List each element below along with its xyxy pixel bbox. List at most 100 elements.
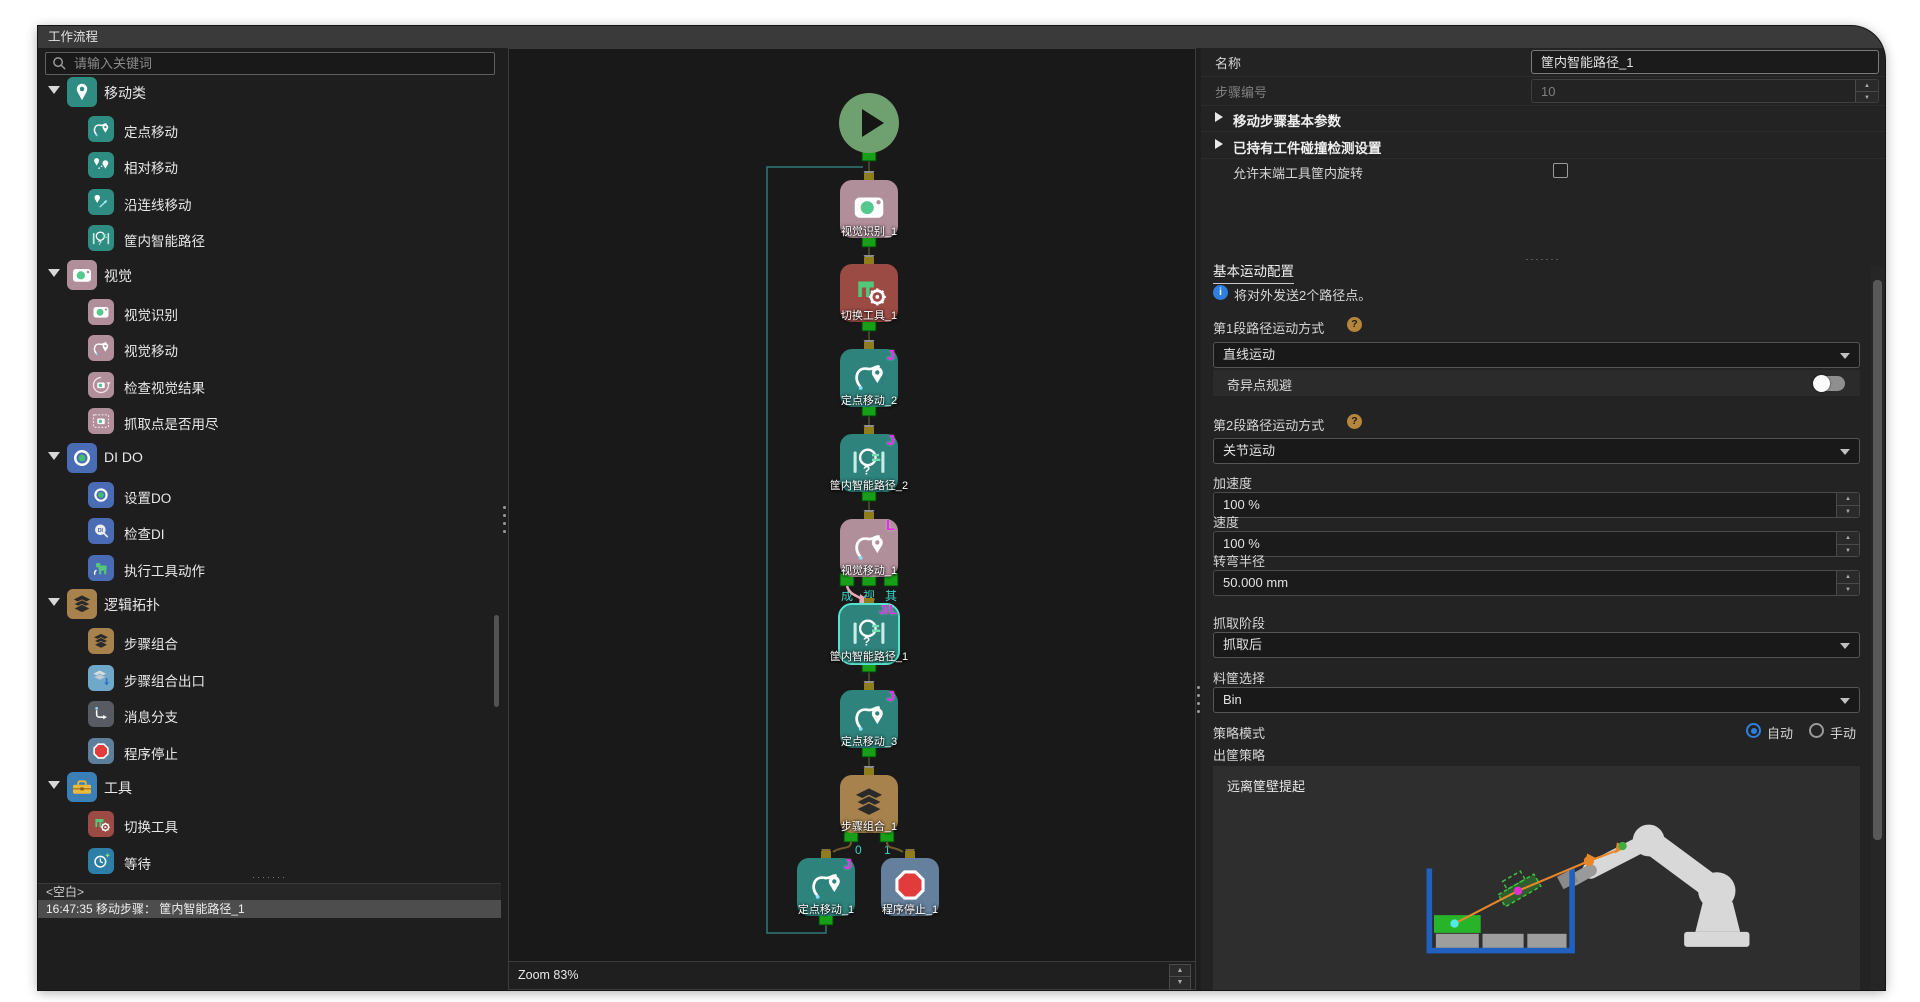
segment2-motion-label: 第2段路径运动方式	[1213, 415, 1324, 434]
tree-item-定点移动[interactable]: 定点移动	[38, 113, 501, 145]
ring-icon	[67, 443, 97, 473]
section-collision[interactable]: 已持有工件碰撞检测设置	[1233, 137, 1382, 157]
segment1-motion-label: 第1段路径运动方式	[1213, 318, 1324, 337]
singularity-row: 奇异点规避	[1213, 370, 1860, 396]
tree-item-抓取点是否用尽[interactable]: 抓取点是否用尽	[38, 405, 501, 437]
accel-input[interactable]: 100 %▲▼	[1213, 492, 1860, 518]
tree-log-splitter[interactable]: ·······	[38, 874, 501, 882]
tree-item-逻辑拓扑[interactable]: 逻辑拓扑	[38, 588, 501, 620]
step-library-panel: 移动类定点移动相对移动沿连线移动 ?筐内智能路径视觉视觉识别视觉移动检查视觉结果抓…	[38, 48, 502, 990]
tree-item-label: 消息分支	[124, 706, 178, 726]
inspector-splitter[interactable]: ·······	[1201, 254, 1885, 264]
expand-arrow-icon[interactable]	[48, 781, 60, 789]
expand-arrow-icon[interactable]	[48, 86, 60, 94]
log-row-blank[interactable]: <空白>	[38, 883, 501, 900]
tree-item-步骤组合出口[interactable]: 步骤组合出口	[38, 662, 501, 694]
tree-item-检查视觉结果[interactable]: 检查视觉结果	[38, 369, 501, 401]
camera-dashed-icon	[88, 408, 114, 434]
inspector-scrollbar-thumb[interactable]	[1873, 280, 1882, 840]
manual-radio[interactable]	[1809, 723, 1824, 738]
blend-radius-input[interactable]: 50.000 mm▲▼	[1213, 570, 1860, 596]
expand-arrow-icon[interactable]	[48, 452, 60, 460]
tree-item-步骤组合[interactable]: 步骤组合	[38, 625, 501, 657]
zoom-spinner[interactable]: ▲▼	[1169, 964, 1191, 990]
blend-radius-spinner[interactable]: ▲▼	[1836, 571, 1859, 595]
tree-item-工具[interactable]: 工具	[38, 771, 501, 803]
clock-icon	[88, 848, 114, 874]
segment1-motion-dropdown[interactable]: 直线运动	[1213, 342, 1860, 368]
tree-item-消息分支[interactable]: 消息分支	[38, 698, 501, 730]
tree-item-label: 设置DO	[124, 487, 171, 507]
tree-item-检查DI[interactable]: DI检查DI	[38, 515, 501, 547]
tree-item-程序停止[interactable]: 程序停止	[38, 735, 501, 767]
tree-item-label: 视觉	[104, 266, 132, 286]
tree-item-执行工具动作[interactable]: 执行工具动作	[38, 552, 501, 584]
tree-item-视觉移动[interactable]: 视觉移动	[38, 332, 501, 364]
tree-item-label: 程序停止	[124, 743, 178, 763]
tree-item-移动类[interactable]: 移动类	[38, 76, 501, 108]
screenshot-root: 工作流程 移动类定点移动相对移动沿连线移动?筐内智能路径视觉视觉识别视觉移动检查…	[0, 0, 1920, 1002]
tree-item-label: 切换工具	[124, 816, 178, 836]
log-row-selected[interactable]: 16:47:35 移动步骤： 筐内智能路径_1	[38, 900, 501, 918]
info-text: 将对外发送2个路径点。	[1234, 285, 1371, 304]
auto-radio-label: 自动	[1767, 723, 1793, 742]
tree-item-切换工具[interactable]: 切换工具	[38, 808, 501, 840]
sidebar-scrollbar-thumb[interactable]	[494, 615, 499, 707]
bin-select-dropdown[interactable]: Bin	[1213, 687, 1860, 713]
canvas-status-bar: Zoom 83% ▲▼	[509, 961, 1195, 989]
flow-node-label: 筐内智能路径_2	[789, 477, 949, 493]
flow-node-label: 程序停止_1	[830, 901, 990, 917]
segment2-motion-dropdown[interactable]: 关节运动	[1213, 438, 1860, 464]
section-move-params[interactable]: 移动步骤基本参数	[1233, 110, 1341, 130]
blend-radius-label: 转弯半径	[1213, 551, 1265, 570]
collapse-arrow-icon[interactable]	[1215, 112, 1223, 122]
step-tree: 移动类定点移动相对移动沿连线移动 ?筐内智能路径视觉视觉识别视觉移动检查视觉结果抓…	[38, 70, 501, 901]
bin-path-icon: ?	[88, 225, 114, 251]
tree-item-视觉识别[interactable]: 视觉识别	[38, 296, 501, 328]
tree-item-label: 逻辑拓扑	[104, 595, 160, 615]
grasp-stage-dropdown[interactable]: 抓取后	[1213, 632, 1860, 658]
svg-text:其: 其	[885, 589, 897, 603]
singularity-toggle[interactable]	[1813, 376, 1845, 391]
allow-rotate-label: 允许末端工具筐内旋转	[1233, 163, 1363, 182]
chevron-down-icon	[1840, 643, 1850, 649]
out-strategy-value[interactable]: 远离筐壁提起	[1227, 776, 1305, 795]
expand-arrow-icon[interactable]	[48, 269, 60, 277]
tree-item-设置DO[interactable]: 设置DO	[38, 479, 501, 511]
stop-icon	[88, 738, 114, 764]
collapse-arrow-icon[interactable]	[1215, 139, 1223, 149]
start-node[interactable]	[839, 93, 899, 153]
grasp-stage-label: 抓取阶段	[1213, 613, 1265, 632]
tree-item-DI DO[interactable]: DI DO	[38, 442, 501, 474]
out-strategy-label: 出筐策略	[1213, 745, 1265, 764]
auto-radio[interactable]	[1746, 723, 1761, 738]
layers-out-icon	[88, 665, 114, 691]
strategy-mode-label: 策略模式	[1213, 723, 1265, 742]
tree-item-视觉[interactable]: 视觉	[38, 259, 501, 291]
allow-rotate-checkbox[interactable]	[1553, 163, 1568, 178]
inspector-scrollbar[interactable]	[1871, 266, 1884, 990]
manual-radio-label: 手动	[1830, 723, 1856, 742]
tree-item-label: 相对移动	[124, 157, 178, 177]
motion-type-tag: J/L	[879, 603, 897, 617]
name-input[interactable]: 筐内智能路径_1	[1531, 50, 1879, 74]
tree-item-相对移动[interactable]: 相对移动	[38, 149, 501, 181]
accel-label: 加速度	[1213, 473, 1252, 492]
accel-spinner[interactable]: ▲▼	[1836, 493, 1859, 517]
workflow-window: 工作流程 移动类定点移动相对移动沿连线移动?筐内智能路径视觉视觉识别视觉移动检查…	[38, 26, 1885, 990]
toolbox-icon	[67, 772, 97, 802]
sidebar-canvas-splitter[interactable]	[501, 48, 508, 990]
tree-item-筐内智能路径[interactable]: ?筐内智能路径	[38, 222, 501, 254]
tree-item-label: 步骤组合出口	[124, 670, 205, 690]
expand-arrow-icon[interactable]	[48, 598, 60, 606]
help-icon[interactable]: ?	[1347, 414, 1362, 429]
tree-item-label: 等待	[124, 853, 151, 873]
help-icon[interactable]: ?	[1347, 317, 1362, 332]
flowchart-canvas[interactable]: 成视其01 视觉识别_1切换工具_1J定点移动_2?J筐内智能路径_2L视觉移动…	[508, 48, 1196, 990]
tree-item-沿连线移动[interactable]: 沿连线移动	[38, 186, 501, 218]
speed-spinner[interactable]: ▲▼	[1836, 532, 1859, 556]
pin-icon	[67, 77, 97, 107]
robot-tool-icon	[88, 555, 114, 581]
speed-input[interactable]: 100 %▲▼	[1213, 531, 1860, 557]
chevron-down-icon	[1840, 353, 1850, 359]
